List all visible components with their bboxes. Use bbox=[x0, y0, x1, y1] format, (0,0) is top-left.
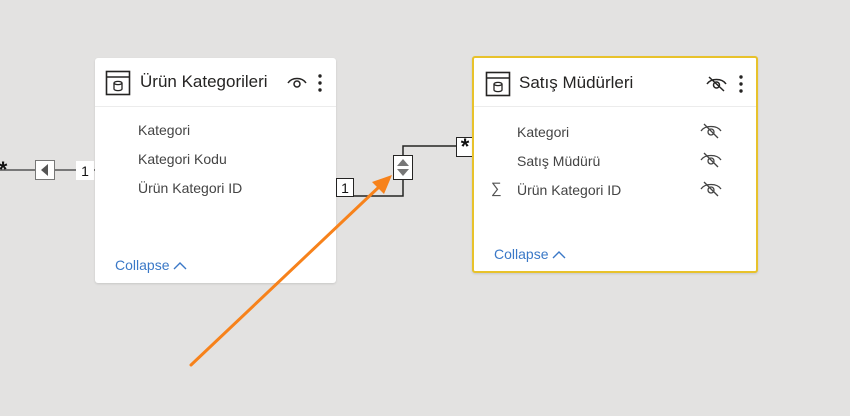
table-title: Satış Müdürleri bbox=[519, 73, 634, 92]
field-kategori[interactable]: Kategori bbox=[138, 122, 190, 138]
both-direction-arrow-icon[interactable] bbox=[393, 155, 413, 180]
collapse-button[interactable]: Collapse bbox=[494, 246, 566, 262]
eye-off-icon[interactable] bbox=[700, 123, 722, 139]
table-card-header[interactable]: Satış Müdürleri bbox=[474, 58, 756, 107]
table-card-header[interactable]: Ürün Kategorileri bbox=[95, 58, 336, 107]
field-urun-kategori-id[interactable]: Ürün Kategori ID bbox=[138, 180, 242, 196]
table-card-satis-mudurleri[interactable]: Satış Müdürleri Kategori Satış Müdürü ∑ … bbox=[472, 56, 758, 273]
field-kategori[interactable]: Kategori bbox=[517, 124, 569, 140]
chevron-up-icon bbox=[552, 250, 566, 258]
more-vertical-icon[interactable] bbox=[734, 73, 748, 95]
table-icon bbox=[105, 70, 131, 96]
single-direction-arrow-icon[interactable] bbox=[35, 160, 55, 180]
more-vertical-icon[interactable] bbox=[313, 72, 327, 94]
field-satis-muduru[interactable]: Satış Müdürü bbox=[517, 153, 600, 169]
left-one-cardinality: 1 bbox=[76, 161, 94, 180]
collapse-label: Collapse bbox=[115, 257, 170, 273]
table-icon bbox=[485, 71, 511, 97]
collapse-label: Collapse bbox=[494, 246, 549, 262]
table-card-urun-kategorileri[interactable]: Ürün Kategorileri Kategori Kategori Kodu… bbox=[95, 58, 336, 283]
left-many-cardinality: * bbox=[0, 157, 12, 182]
field-kategori-kodu[interactable]: Kategori Kodu bbox=[138, 151, 227, 167]
table-title: Ürün Kategorileri bbox=[140, 72, 268, 91]
middle-one-cardinality: 1 bbox=[336, 178, 354, 197]
model-canvas[interactable]: * 1 1 * Ürün Kategorileri bbox=[0, 0, 850, 416]
eye-off-icon[interactable] bbox=[705, 73, 727, 95]
eye-off-icon[interactable] bbox=[700, 152, 722, 168]
field-urun-kategori-id[interactable]: Ürün Kategori ID bbox=[517, 182, 621, 198]
chevron-up-icon bbox=[173, 261, 187, 269]
eye-off-icon[interactable] bbox=[700, 181, 722, 197]
collapse-button[interactable]: Collapse bbox=[115, 257, 187, 273]
sigma-icon: ∑ bbox=[491, 180, 502, 197]
eye-icon[interactable] bbox=[286, 72, 308, 94]
